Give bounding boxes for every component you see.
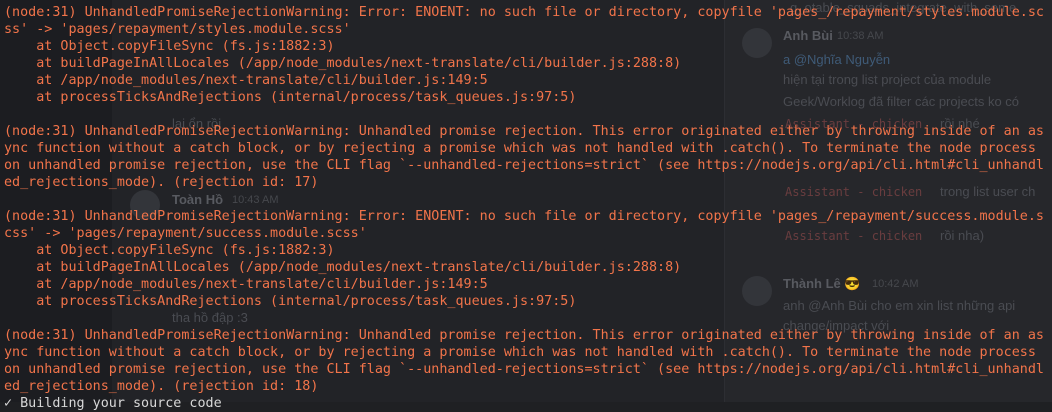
terminal-line: ed_rejections_mode). (rejection id: 17) [4, 175, 319, 190]
terminal-line: at /app/node_modules/next-translate/cli/… [4, 277, 488, 292]
terminal-output[interactable]: (node:31) UnhandledPromiseRejectionWarni… [0, 0, 1052, 411]
terminal-line: (node:31) UnhandledPromiseRejectionWarni… [4, 5, 1044, 20]
terminal-line: css' -> 'pages/repayment/success.module.… [4, 226, 367, 241]
terminal-line: on unhandled promise rejection, use the … [4, 362, 1044, 377]
terminal-line: (node:31) UnhandledPromiseRejectionWarni… [4, 124, 1044, 139]
terminal-line: ync function without a catch block, or b… [4, 141, 1036, 156]
terminal-line: ed_rejections_mode). (rejection id: 18) [4, 379, 319, 394]
terminal-build-status: ✓ Building your source code [4, 396, 222, 411]
terminal-line: at Object.copyFileSync (fs.js:1882:3) [4, 243, 335, 258]
terminal-line: at /app/node_modules/next-translate/cli/… [4, 73, 488, 88]
terminal-line: ync function without a catch block, or b… [4, 345, 1036, 360]
terminal-line: at buildPageInAllLocales (/app/node_modu… [4, 260, 682, 275]
terminal-line: at processTicksAndRejections (internal/p… [4, 294, 577, 309]
terminal-line: at processTicksAndRejections (internal/p… [4, 90, 577, 105]
terminal-line: on unhandled promise rejection, use the … [4, 158, 1044, 173]
terminal-line: at buildPageInAllLocales (/app/node_modu… [4, 56, 682, 71]
terminal-line: (node:31) UnhandledPromiseRejectionWarni… [4, 328, 1044, 343]
terminal-line: (node:31) UnhandledPromiseRejectionWarni… [4, 209, 1044, 224]
terminal-line: ss' -> 'pages/repayment/styles.module.sc… [4, 22, 351, 37]
terminal-line: at Object.copyFileSync (fs.js:1882:3) [4, 39, 335, 54]
